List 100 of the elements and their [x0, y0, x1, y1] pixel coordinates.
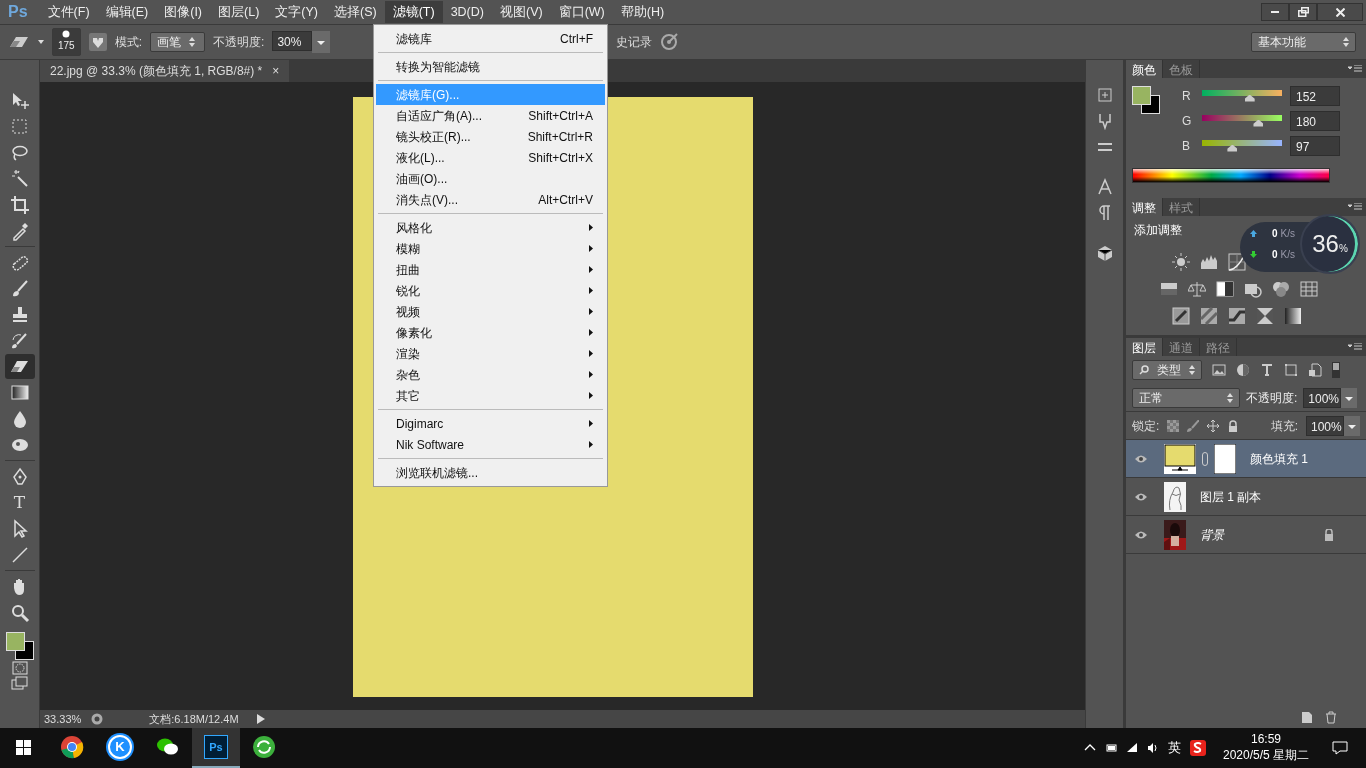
adjustment-filter-icon[interactable]	[1236, 363, 1250, 377]
input-method-indicator[interactable]: 英	[1167, 738, 1181, 758]
clock[interactable]: 16:59 2020/5/5 星期二	[1214, 732, 1317, 764]
brush-panel-icon[interactable]	[88, 33, 107, 51]
menu-item[interactable]: 像素化	[376, 322, 605, 343]
balance-icon[interactable]	[1188, 280, 1206, 298]
caret-icon[interactable]	[38, 40, 44, 44]
invert-icon[interactable]	[1172, 307, 1190, 325]
menu-item[interactable]: Nik Software	[376, 434, 605, 455]
panel-tab[interactable]: 色板	[1163, 60, 1200, 78]
tab-close-button[interactable]: ×	[272, 62, 280, 80]
color-swatches-drawing[interactable]	[5, 632, 34, 660]
cube-icon[interactable]	[1095, 244, 1114, 262]
menu-item[interactable]: 帮助(H)	[612, 0, 673, 24]
menu-item[interactable]: 3D(D)	[442, 0, 492, 24]
panel-tab[interactable]: 图层	[1126, 338, 1163, 356]
menu-item[interactable]: 模糊	[376, 238, 605, 259]
menu-item[interactable]: 转换为智能滤镜	[376, 56, 605, 77]
trash-icon[interactable]	[1324, 711, 1338, 724]
layer-row[interactable]: 图层 1 副本	[1126, 478, 1366, 516]
menu-item[interactable]: 滤镜库 Ctrl+F	[376, 28, 605, 49]
menu-item[interactable]: 液化(L)... Shift+Ctrl+X	[376, 147, 605, 168]
slider-thumb[interactable]	[1227, 144, 1238, 152]
hue-icon[interactable]	[1160, 280, 1178, 298]
zoom-level[interactable]: 33.33%	[44, 710, 82, 728]
move-arrows-icon[interactable]	[1207, 419, 1220, 432]
panel-menu-icon[interactable]	[1348, 203, 1362, 211]
mode-dropdown[interactable]: 画笔	[150, 32, 206, 52]
menu-item[interactable]: 滤镜(T)	[384, 0, 443, 24]
blend-mode-dropdown[interactable]: 正常	[1132, 387, 1240, 408]
menu-item[interactable]: 浏览联机滤镜...	[376, 462, 605, 483]
dropdown-icon[interactable]	[312, 31, 331, 53]
opacity-field[interactable]: 30%	[272, 31, 313, 51]
slider-thumb[interactable]	[1244, 94, 1255, 102]
menu-item[interactable]: 油画(O)...	[376, 168, 605, 189]
panel-tab[interactable]: 通道	[1163, 338, 1200, 356]
notification-icon[interactable]	[1332, 740, 1348, 756]
smart-object-filter-icon[interactable]	[1308, 363, 1322, 377]
lock-icon[interactable]	[1227, 419, 1240, 432]
panel-tab[interactable]: 路径	[1200, 338, 1237, 356]
menu-item[interactable]: 窗口(W)	[550, 0, 613, 24]
eraser-tool-button[interactable]	[4, 354, 35, 379]
channel-value-field[interactable]: 180	[1290, 111, 1340, 131]
airbrush-icon[interactable]	[660, 33, 679, 51]
battery-icon[interactable]	[1104, 742, 1117, 754]
close-button[interactable]	[1317, 3, 1363, 21]
menu-item[interactable]: 扭曲	[376, 259, 605, 280]
menu-item[interactable]: 文件(F)	[39, 0, 98, 24]
menu-item[interactable]: 消失点(V)... Alt+Ctrl+V	[376, 189, 605, 210]
taskbar-app-button[interactable]: Ps	[192, 728, 240, 768]
menu-item[interactable]: 其它	[376, 385, 605, 406]
split-square-icon[interactable]	[1216, 280, 1234, 298]
color-spectrum[interactable]	[1132, 168, 1330, 183]
panel-menu-icon[interactable]	[1348, 343, 1362, 351]
speaker-icon[interactable]	[1146, 742, 1159, 754]
brush-preset-picker[interactable]: 175	[52, 28, 81, 56]
dropdown-icon[interactable]	[1344, 415, 1360, 436]
layer-row[interactable]: 背景	[1126, 516, 1366, 554]
document-tab[interactable]: 22.jpg @ 33.3% (颜色填充 1, RGB/8#) * ×	[40, 60, 290, 82]
channel-value-field[interactable]: 152	[1290, 86, 1340, 106]
slider-thumb[interactable]	[1253, 119, 1264, 127]
menu-item[interactable]: 图像(I)	[156, 0, 211, 24]
menu-item[interactable]: 视图(V)	[491, 0, 551, 24]
workspace-dropdown[interactable]: 基本功能	[1251, 32, 1356, 52]
panel-tab[interactable]: 颜色	[1126, 60, 1163, 78]
gradient-map-icon[interactable]	[1284, 307, 1302, 325]
menu-item[interactable]: Digimarc	[376, 413, 605, 434]
shape-filter-icon[interactable]	[1284, 363, 1298, 377]
menu-item[interactable]: 渲染	[376, 343, 605, 364]
checker-icon[interactable]	[1167, 419, 1180, 432]
color-lookup-icon[interactable]	[1300, 280, 1318, 298]
history-icon[interactable]	[1095, 86, 1114, 104]
channel-mixer-icon[interactable]	[1272, 280, 1290, 298]
brightness-icon[interactable]	[1172, 253, 1190, 271]
dropdown-icon[interactable]	[1341, 387, 1358, 408]
menu-item[interactable]: 自适应广角(A)... Shift+Ctrl+A	[376, 105, 605, 126]
color-swatches-drawing[interactable]	[1132, 86, 1160, 114]
brush-icon[interactable]	[1187, 419, 1200, 432]
percent-field[interactable]: 100%	[1306, 415, 1344, 436]
menu-item[interactable]: 文字(Y)	[267, 0, 326, 24]
panel-menu-icon[interactable]	[1348, 65, 1362, 73]
posterize-icon[interactable]	[1200, 307, 1218, 325]
quick-mask-icon[interactable]	[11, 661, 28, 675]
expand-arrow-icon[interactable]	[256, 714, 265, 724]
menu-item[interactable]: 选择(S)	[326, 0, 385, 24]
menu-item[interactable]: 镜头校正(R)... Shift+Ctrl+R	[376, 126, 605, 147]
minimize-button[interactable]	[1261, 3, 1289, 21]
filter-toggle-icon[interactable]	[1332, 362, 1340, 378]
sogou-s-icon[interactable]	[1189, 740, 1206, 756]
screen-mode-icon[interactable]	[10, 676, 29, 690]
channel-value-field[interactable]: 97	[1290, 136, 1340, 156]
threshold-icon[interactable]	[1228, 307, 1246, 325]
menu-item[interactable]: 锐化	[376, 280, 605, 301]
percent-field[interactable]: 100%	[1303, 387, 1342, 408]
panel-tab[interactable]: 调整	[1126, 198, 1163, 216]
menu-item[interactable]: 编辑(E)	[97, 0, 157, 24]
image-filter-icon[interactable]	[1212, 363, 1226, 377]
panel-tab[interactable]: 样式	[1163, 198, 1200, 216]
character-icon[interactable]	[1095, 178, 1114, 196]
menu-item[interactable]: 风格化	[376, 217, 605, 238]
